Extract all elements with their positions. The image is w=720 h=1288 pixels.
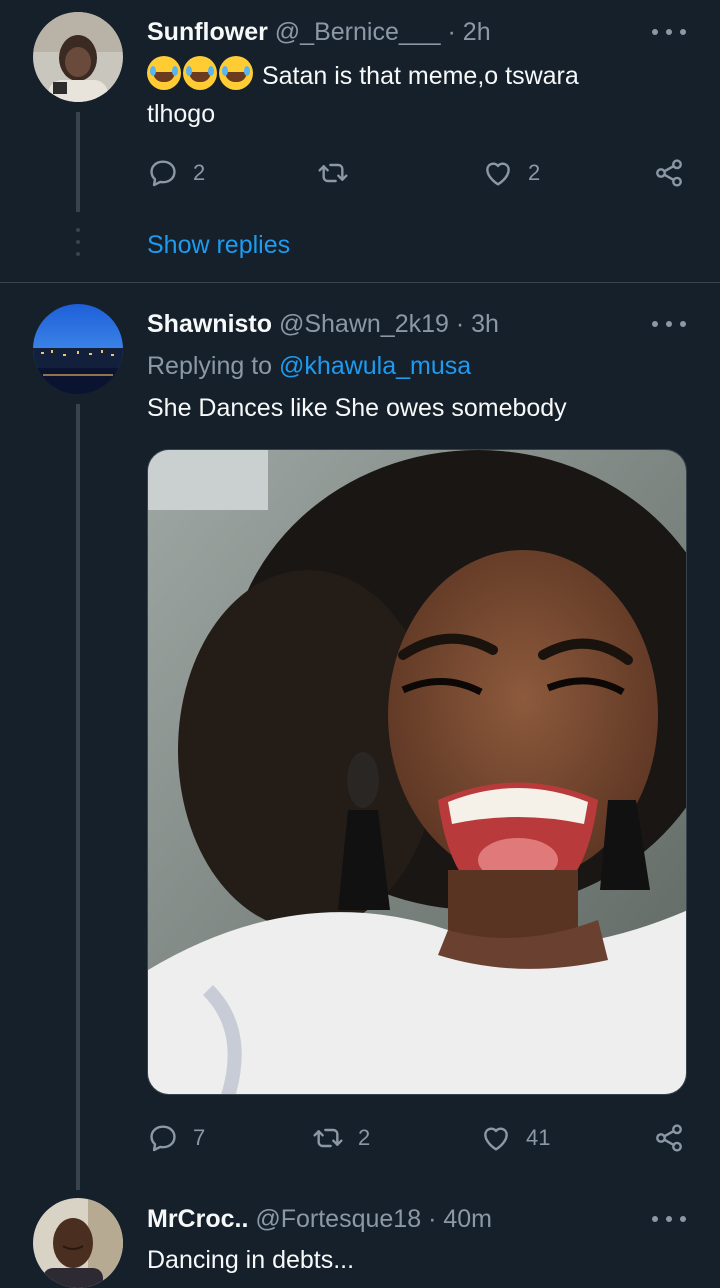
share-button[interactable] [653, 155, 685, 191]
timeline: Sunflower @_Bernice___ · 2h Satan is tha… [0, 0, 720, 1288]
separator-dot: · [447, 18, 456, 46]
tweet-actions: 2 2 [147, 155, 690, 191]
username[interactable]: @_Bernice___ [275, 18, 441, 46]
retweet-icon [313, 1128, 343, 1148]
mention-link[interactable]: @khawula_musa [279, 352, 471, 380]
avatar-image [33, 12, 123, 102]
face-with-tears-of-joy-icon [183, 56, 217, 90]
tweet-header: MrCroc.. @Fortesque18 · 40m [147, 1204, 690, 1234]
display-name[interactable]: Shawnisto [147, 310, 272, 338]
tweet-text-line: Satan is that meme,o tswara [261, 62, 579, 90]
reply-icon [150, 160, 176, 187]
reply-button[interactable]: 7 [147, 1120, 205, 1156]
thread-line [76, 112, 80, 212]
replying-to: Replying to @khawula_musa [147, 351, 471, 381]
tweet-header: Sunflower @_Bernice___ · 2h [147, 17, 690, 47]
reply-count: 7 [193, 1125, 206, 1150]
avatar[interactable] [33, 12, 123, 102]
avatar[interactable] [33, 304, 123, 394]
avatar-image [33, 1198, 123, 1288]
share-icon [656, 159, 682, 187]
retweet-button[interactable]: 2 [312, 1120, 370, 1156]
more-icon[interactable] [652, 1214, 686, 1224]
tweet-media-video[interactable] [147, 449, 687, 1095]
like-button[interactable]: 2 [482, 155, 540, 191]
replying-prefix: Replying to [147, 352, 273, 380]
tweet-header: Shawnisto @Shawn_2k19 · 3h [147, 309, 690, 339]
face-with-tears-of-joy-icon [219, 56, 253, 90]
retweet-count: 2 [358, 1125, 371, 1150]
share-button[interactable] [653, 1120, 685, 1156]
show-replies-link[interactable]: Show replies [147, 230, 290, 260]
like-count: 2 [528, 160, 541, 185]
avatar[interactable] [33, 1198, 123, 1288]
face-with-tears-of-joy-icon [147, 56, 181, 90]
reply-count: 2 [193, 160, 206, 185]
tweet-text: Satan is that meme,o tswara tlhogo [147, 56, 684, 133]
thread-dots [76, 228, 80, 256]
share-icon [656, 1124, 682, 1152]
reply-icon [150, 1125, 176, 1152]
timestamp[interactable]: 2h [463, 18, 491, 46]
heart-icon [486, 162, 510, 186]
username[interactable]: @Fortesque18 [255, 1205, 421, 1233]
tweet-text-line: tlhogo [147, 100, 216, 128]
like-count: 41 [526, 1125, 551, 1150]
thread-line [76, 404, 80, 1190]
like-button[interactable]: 41 [480, 1120, 550, 1156]
username[interactable]: @Shawn_2k19 [279, 310, 449, 338]
tweet-text: She Dances like She owes somebody [147, 394, 567, 422]
timestamp[interactable]: 40m [443, 1205, 492, 1233]
timestamp[interactable]: 3h [471, 310, 499, 338]
avatar-image [33, 304, 123, 394]
divider [0, 282, 720, 283]
heart-icon [484, 1127, 508, 1151]
separator-dot: · [428, 1205, 437, 1233]
reply-button[interactable]: 2 [147, 155, 205, 191]
retweet-icon [318, 163, 348, 183]
retweet-button[interactable] [317, 155, 363, 191]
tweet-text: Dancing in debts... [147, 1246, 355, 1274]
more-icon[interactable] [652, 319, 686, 329]
tweet-actions: 7 2 41 [147, 1120, 690, 1156]
video-thumbnail [148, 450, 686, 1094]
display-name[interactable]: MrCroc.. [147, 1205, 248, 1233]
separator-dot: · [455, 310, 465, 338]
display-name[interactable]: Sunflower [147, 18, 268, 46]
more-icon[interactable] [652, 27, 686, 37]
